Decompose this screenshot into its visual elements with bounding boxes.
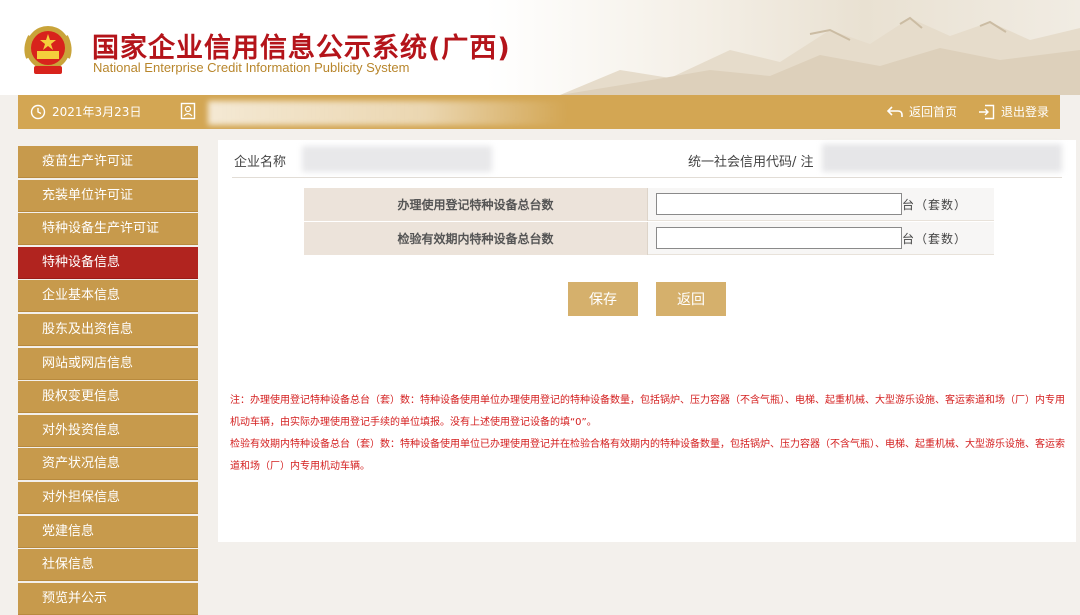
- sidebar-item-social-security[interactable]: 社保信息: [18, 549, 198, 582]
- registered-count-unit: 台（套数）: [902, 197, 968, 212]
- note-registered-count: 注：办理使用登记特种设备总台（套）数：特种设备使用单位办理使用登记的特种设备数量…: [230, 395, 1065, 428]
- credit-code-label: 统一社会信用代码/ 注: [688, 155, 814, 170]
- sidebar-item-special-equipment-license[interactable]: 特种设备生产许可证: [18, 213, 198, 246]
- user-info: [180, 102, 196, 123]
- sidebar-menu: 疫苗生产许可证 充装单位许可证 特种设备生产许可证 特种设备信息 企业基本信息 …: [18, 146, 198, 615]
- valid-inspection-count-label: 检验有效期内特种设备总台数: [304, 222, 648, 255]
- back-button[interactable]: 返回: [656, 282, 726, 316]
- top-toolbar: 2021年3月23日 返回首页 退出登录: [18, 95, 1060, 129]
- back-home-label: 返回首页: [909, 105, 958, 119]
- valid-inspection-count-input[interactable]: [656, 227, 902, 249]
- sidebar-item-basic-info[interactable]: 企业基本信息: [18, 280, 198, 313]
- sidebar-item-guarantee[interactable]: 对外担保信息: [18, 481, 198, 514]
- sidebar-item-assets[interactable]: 资产状况信息: [18, 448, 198, 481]
- note-valid-inspection-count: 检验有效期内特种设备总台（套）数：特种设备使用单位已办理使用登记并在检验合格有效…: [230, 439, 1065, 472]
- national-emblem-icon: [24, 26, 72, 74]
- return-arrow-icon: [886, 105, 903, 117]
- current-date: 2021年3月23日: [30, 103, 141, 120]
- save-button[interactable]: 保存: [568, 282, 638, 316]
- sidebar-item-preview-publish[interactable]: 预览并公示: [18, 582, 198, 615]
- sidebar-item-filling-license[interactable]: 充装单位许可证: [18, 179, 198, 212]
- registered-count-label: 办理使用登记特种设备总台数: [304, 188, 648, 221]
- redacted-user-name: [208, 101, 568, 125]
- redacted-credit-code: [822, 144, 1062, 172]
- equipment-form: 办理使用登记特种设备总台数 台（套数） 检验有效期内特种设备总台数 台（套数）: [304, 188, 994, 256]
- valid-inspection-count-cell: 台（套数）: [648, 222, 994, 255]
- registered-count-input[interactable]: [656, 193, 902, 215]
- main-panel: 企业名称 统一社会信用代码/ 注 办理使用登记特种设备总台数 台（套数） 检验有…: [218, 140, 1076, 542]
- sidebar-item-party-building[interactable]: 党建信息: [18, 515, 198, 548]
- mountain-background-image: [560, 16, 1080, 95]
- valid-inspection-count-unit: 台（套数）: [902, 231, 968, 246]
- form-row-registered-count: 办理使用登记特种设备总台数 台（套数）: [304, 188, 994, 221]
- registered-count-cell: 台（套数）: [648, 188, 994, 221]
- company-name-label: 企业名称: [234, 155, 287, 170]
- sidebar-item-shareholders[interactable]: 股东及出资信息: [18, 313, 198, 346]
- clock-icon: [30, 104, 46, 119]
- sidebar-item-special-equipment-info[interactable]: 特种设备信息: [18, 246, 198, 279]
- logout-icon: [979, 104, 995, 119]
- user-card-icon: [180, 102, 196, 120]
- form-row-valid-inspection-count: 检验有效期内特种设备总台数 台（套数）: [304, 222, 994, 255]
- form-notes: 注：办理使用登记特种设备总台（套）数：特种设备使用单位办理使用登记的特种设备数量…: [230, 390, 1070, 478]
- company-info-row: 企业名称 统一社会信用代码/ 注: [232, 140, 1062, 178]
- redacted-company-name: [302, 146, 492, 172]
- sidebar-item-websites[interactable]: 网站或网店信息: [18, 347, 198, 380]
- site-subtitle: National Enterprise Credit Information P…: [93, 60, 410, 75]
- logout-link[interactable]: 退出登录: [978, 103, 1049, 120]
- site-header: 国家企业信用信息公示系统(广西) National Enterprise Cre…: [0, 0, 1080, 95]
- sidebar-item-equity-change[interactable]: 股权变更信息: [18, 381, 198, 414]
- sidebar-item-investment[interactable]: 对外投资信息: [18, 414, 198, 447]
- date-text: 2021年3月23日: [52, 105, 142, 119]
- sidebar-item-vaccine-license[interactable]: 疫苗生产许可证: [18, 146, 198, 178]
- back-home-link[interactable]: 返回首页: [886, 103, 957, 120]
- logout-label: 退出登录: [1001, 105, 1050, 119]
